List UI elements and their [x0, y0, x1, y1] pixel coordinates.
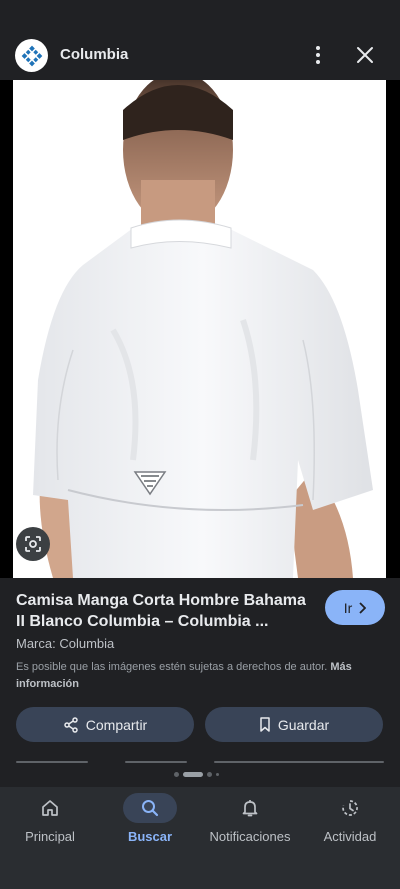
product-image[interactable]: [13, 80, 386, 578]
nav-activity[interactable]: Actividad: [300, 787, 400, 857]
pager-dot: [216, 773, 219, 776]
image-pager: [174, 772, 219, 777]
pager-dot-active: [183, 772, 203, 777]
nav-search[interactable]: Buscar: [100, 787, 200, 857]
top-bar: Columbia: [0, 0, 400, 80]
activity-icon: [323, 793, 377, 823]
bookmark-icon: [260, 717, 270, 732]
save-button[interactable]: Guardar: [205, 707, 383, 742]
nav-notifications[interactable]: Notificaciones: [200, 787, 300, 857]
search-icon: [123, 793, 177, 823]
nav-search-label: Buscar: [127, 829, 173, 844]
pager-dot: [207, 772, 212, 777]
share-label: Compartir: [85, 716, 148, 733]
visit-button[interactable]: Ir: [325, 590, 385, 625]
bottom-navigation: Principal Buscar Notificaciones Activida…: [0, 787, 400, 889]
bell-icon: [223, 793, 277, 823]
home-icon: [23, 793, 77, 823]
visit-button-label: Ir: [343, 599, 353, 616]
nav-notifications-label: Notificaciones: [209, 829, 291, 844]
pager-dot: [174, 772, 179, 777]
more-options-icon[interactable]: [305, 42, 331, 68]
site-name[interactable]: Columbia: [60, 46, 128, 63]
nav-activity-label: Actividad: [323, 829, 377, 844]
product-title[interactable]: Camisa Manga Corta Hombre Bahama II Blan…: [16, 590, 312, 632]
save-label: Guardar: [277, 716, 330, 733]
image-viewer: [0, 80, 400, 578]
nav-home-label: Principal: [25, 829, 75, 844]
related-content-peek: [16, 761, 88, 763]
copyright-text: Es posible que las imágenes estén sujeta…: [16, 661, 328, 673]
related-content-peek: [214, 761, 384, 763]
share-button[interactable]: Compartir: [16, 707, 194, 742]
share-icon: [64, 716, 78, 733]
columbia-logo-icon: [15, 39, 48, 72]
related-content-peek: [125, 761, 187, 763]
copyright-notice: Es posible que las imágenes estén sujeta…: [16, 659, 376, 693]
brand-label: Marca: Columbia: [16, 636, 115, 651]
chevron-right-icon: [359, 601, 367, 614]
nav-home[interactable]: Principal: [0, 787, 100, 857]
lens-search-icon[interactable]: [16, 527, 50, 561]
close-icon[interactable]: [352, 42, 378, 68]
